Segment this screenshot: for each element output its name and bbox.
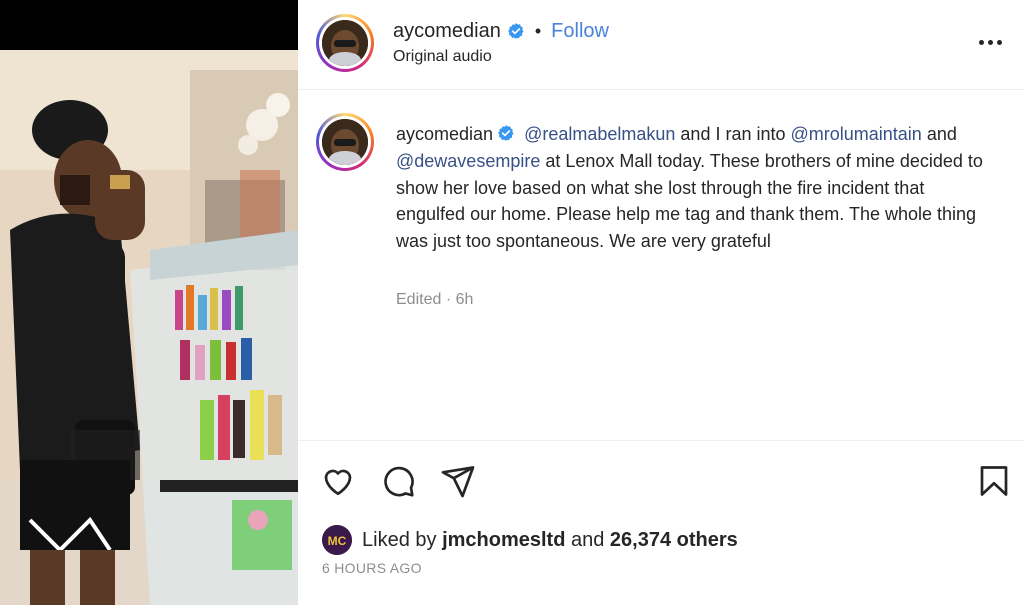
caption-text: aycomedian @realmabelmakun and I ran int… xyxy=(396,121,996,255)
likes-prefix: Liked by xyxy=(362,528,443,551)
more-icon[interactable] xyxy=(976,28,1004,56)
likes-summary: MC Liked by jmchomesltd and 26,374 other… xyxy=(322,524,738,556)
post-media[interactable] xyxy=(0,0,298,605)
caption-segment: and I ran into xyxy=(675,124,791,144)
verified-icon xyxy=(497,123,515,141)
header-name-row: aycomedian • Follow xyxy=(393,18,609,44)
likes-middle: and xyxy=(565,528,610,551)
mention-link[interactable]: @mrolumaintain xyxy=(791,124,922,144)
bookmark-icon[interactable] xyxy=(976,463,1012,499)
original-audio-link[interactable]: Original audio xyxy=(393,48,492,66)
verified-icon xyxy=(507,22,525,40)
action-bar xyxy=(298,455,1024,505)
mention-link[interactable]: @dewavesempire xyxy=(396,151,540,171)
separator-dot: • xyxy=(534,21,542,41)
author-username[interactable]: aycomedian xyxy=(393,20,501,43)
liker-avatar-text: MC xyxy=(328,534,347,548)
edited-timestamp: Edited · 6h xyxy=(396,291,474,308)
caption-block: aycomedian @realmabelmakun and I ran int… xyxy=(298,91,1024,441)
liker-avatar[interactable]: MC xyxy=(322,525,352,555)
post-header: aycomedian • Follow Original audio xyxy=(298,0,1024,90)
likes-text: Liked by jmchomesltd and 26,374 others xyxy=(362,529,738,552)
heart-icon[interactable] xyxy=(320,463,356,499)
caption-username[interactable]: aycomedian xyxy=(396,124,493,144)
share-icon[interactable] xyxy=(440,463,476,499)
mention-link[interactable]: @realmabelmakun xyxy=(524,124,675,144)
follow-button[interactable]: Follow xyxy=(551,20,609,43)
caption-segment: and xyxy=(921,124,957,144)
caption-author-avatar[interactable] xyxy=(316,113,374,171)
likes-count-link[interactable]: 26,374 others xyxy=(610,529,738,551)
post-photo xyxy=(0,50,298,605)
author-avatar[interactable] xyxy=(316,14,374,72)
post-time: 6 HOURS AGO xyxy=(322,560,422,576)
comment-icon[interactable] xyxy=(380,463,416,499)
post-panel: aycomedian • Follow Original audio aycom… xyxy=(298,0,1024,605)
liker-username[interactable]: jmchomesltd xyxy=(442,529,565,551)
